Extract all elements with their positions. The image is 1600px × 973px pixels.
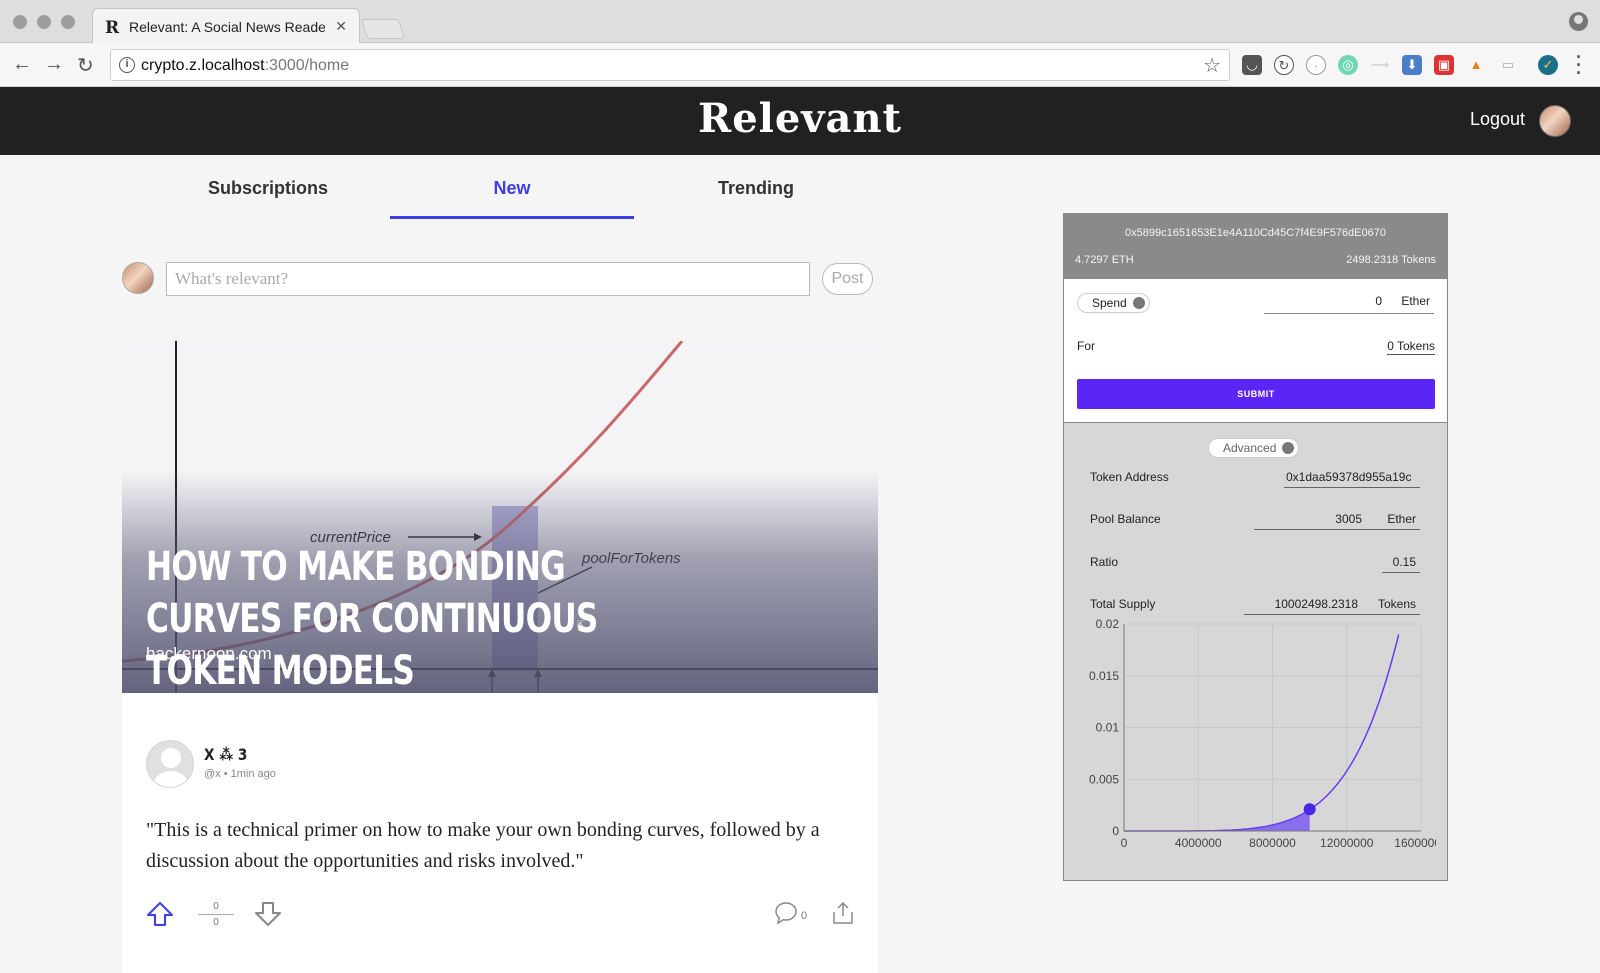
vote-count: 0 0 (198, 901, 234, 928)
tab-title: Relevant: A Social News Reader (129, 19, 325, 35)
chart-y-tick-label: 0.005 (1089, 772, 1119, 786)
tab-subscriptions[interactable]: Subscriptions (146, 178, 390, 199)
maximize-window-icon[interactable] (61, 15, 75, 29)
tab-new[interactable]: New (390, 178, 634, 199)
browser-tab[interactable]: R Relevant: A Social News Reader ✕ (92, 8, 360, 44)
sync-extension-icon[interactable]: ↻ (1274, 55, 1294, 75)
post-title[interactable]: How to make bonding curves for continuou… (146, 541, 645, 693)
circle-extension-icon[interactable]: · (1306, 55, 1326, 75)
post-domain[interactable]: hackernoon.com (146, 644, 272, 664)
tab-close-icon[interactable]: ✕ (335, 18, 347, 35)
relevant-favicon-icon: R (105, 18, 120, 38)
wallet-header: 0x5899c1651653E1e4A110Cd45C7f4E9F576dE06… (1064, 214, 1447, 279)
post-button[interactable]: Post (822, 263, 873, 295)
download-extension-icon[interactable]: ⬇ (1402, 55, 1422, 75)
spend-input[interactable]: 0 Ether (1264, 292, 1434, 314)
external-link-icon[interactable]: ⇱ (577, 620, 585, 631)
token-address-row: Token Address 0x1daa59378d955a19c (1090, 470, 1420, 490)
total-supply-row: Total Supply 10002498.2318 Tokens (1090, 597, 1420, 617)
metamask-fox-icon[interactable]: ▲ (1466, 55, 1486, 75)
chart-y-tick-label: 0.015 (1089, 669, 1119, 683)
back-arrow-icon[interactable]: ← (12, 53, 32, 76)
spend-toggle[interactable]: Spend (1077, 293, 1150, 313)
reload-icon[interactable]: ↻ (77, 53, 94, 78)
chart-y-tick-label: 0.02 (1096, 617, 1120, 631)
chart-x-tick-label: 12000000 (1320, 836, 1374, 850)
bookmark-star-icon[interactable]: ☆ (1203, 53, 1221, 78)
post-image[interactable]: currentPrice poolForTokens How to make b… (122, 341, 878, 693)
relevant-logo[interactable]: Relevant (0, 95, 1600, 142)
ratio-field[interactable]: 0.15 (1382, 555, 1420, 573)
app-header: Relevant Logout (0, 87, 1600, 155)
post-card: currentPrice poolForTokens How to make b… (122, 341, 878, 973)
post-input[interactable] (166, 262, 810, 296)
wallet-panel: 0x5899c1651653E1e4A110Cd45C7f4E9F576dE06… (1063, 213, 1448, 881)
bonding-curve-chart: 0 0.005 0.01 0.015 0.02 0 4000000 8000000 120000… (1076, 616, 1448, 866)
post-quote: "This is a technical primer on how to ma… (146, 819, 820, 872)
browser-toolbar: ← → ↻ i crypto.z.localhost:3000/home ☆ ◡… (0, 43, 1600, 87)
author-avatar[interactable] (146, 740, 194, 788)
check-extension-icon[interactable]: ✓ (1538, 55, 1558, 75)
ratio-row: Ratio 0.15 (1090, 555, 1420, 575)
trade-form: Spend 0 Ether For 0 Tokens SUBMIT (1064, 279, 1447, 423)
active-tab-indicator (390, 216, 634, 219)
for-value: 0 Tokens (1387, 339, 1435, 355)
total-supply-field[interactable]: 10002498.2318 Tokens (1244, 597, 1420, 615)
logout-link[interactable]: Logout (1470, 109, 1525, 130)
forward-arrow-icon[interactable]: → (44, 53, 64, 76)
disabled-extension-icon[interactable]: ⟿ (1370, 55, 1390, 75)
bonding-curve-svg: 0 0.005 0.01 0.015 0.02 0 4000000 8000000 120000… (1089, 617, 1448, 850)
eth-balance: 4.7297 ETH (1075, 254, 1134, 266)
chart-curve-line (1124, 634, 1400, 832)
token-balance: 2498.2318 Tokens (1346, 254, 1436, 266)
chart-x-tick-label: 0 (1121, 836, 1128, 850)
pocket-extension-icon[interactable]: ◡ (1242, 55, 1262, 75)
address-bar[interactable]: i crypto.z.localhost:3000/home ☆ (110, 49, 1230, 81)
author-meta: @x • 1min ago (204, 768, 276, 780)
chart-y-tick-label: 0 (1112, 824, 1119, 838)
advanced-toggle[interactable]: Advanced (1208, 438, 1300, 458)
profile-icon[interactable] (1569, 12, 1588, 31)
wallet-address: 0x5899c1651653E1e4A110Cd45C7f4E9F576dE06… (1125, 227, 1386, 239)
comment-bubble-icon[interactable] (774, 901, 798, 925)
downvote-arrow-icon[interactable] (254, 901, 282, 927)
tab-trending[interactable]: Trending (634, 178, 878, 199)
upvote-arrow-icon[interactable] (146, 901, 174, 927)
submit-button[interactable]: SUBMIT (1077, 379, 1435, 409)
browser-menu-icon[interactable]: · · · (1576, 48, 1582, 82)
chart-area-fill (1124, 809, 1310, 831)
share-icon[interactable] (830, 900, 856, 926)
pool-balance-field[interactable]: 3005 Ether (1254, 512, 1420, 530)
comment-count: 0 (801, 910, 808, 922)
info-icon[interactable]: i (119, 57, 135, 73)
target-extension-icon[interactable]: ◎ (1338, 55, 1358, 75)
cast-extension-icon[interactable]: ▭ (1498, 55, 1518, 75)
chart-current-point (1303, 803, 1316, 816)
close-window-icon[interactable] (13, 15, 27, 29)
chart-x-tick-label: 4000000 (1175, 836, 1222, 850)
for-label: For (1077, 339, 1095, 353)
new-tab-button[interactable] (360, 19, 406, 39)
author-name[interactable]: X ⁂ 3 (204, 745, 247, 764)
composer-avatar (122, 262, 154, 294)
chart-x-tick-label: 8000000 (1249, 836, 1296, 850)
pool-balance-row: Pool Balance 3005 Ether (1090, 512, 1420, 532)
minimize-window-icon[interactable] (37, 15, 51, 29)
chart-x-tick-label: 16000000 (1394, 836, 1436, 850)
chart-y-tick-label: 0.01 (1096, 721, 1120, 735)
browser-tabbar: R Relevant: A Social News Reader ✕ (0, 0, 1600, 44)
url-text: crypto.z.localhost:3000/home (141, 57, 350, 74)
user-avatar[interactable] (1539, 105, 1571, 137)
game-extension-icon[interactable]: ▣ (1434, 55, 1454, 75)
token-address-field[interactable]: 0x1daa59378d955a19c (1284, 470, 1420, 488)
